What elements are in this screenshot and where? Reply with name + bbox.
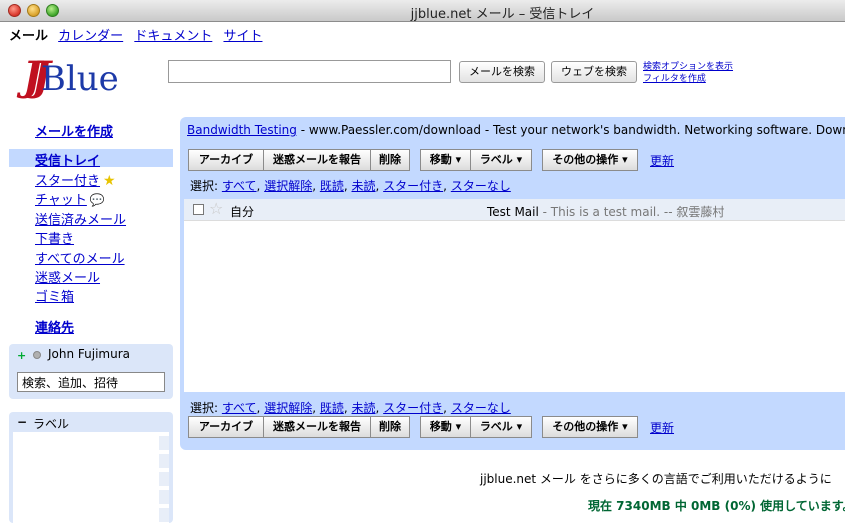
create-filter-link[interactable]: フィルタを作成 [643,73,733,85]
delete-button[interactable]: 削除 [370,149,410,171]
search-links: 検索オプションを表示 フィルタを作成 [643,61,733,85]
logo-blue: Blue [40,59,119,99]
message-checkbox[interactable] [193,204,204,215]
select-all-link[interactable]: すべて [222,179,257,193]
trash-link[interactable]: ゴミ箱 [35,290,74,305]
collapse-icon[interactable]: − [17,415,27,429]
compose-link[interactable]: メールを作成 [35,121,113,140]
select-unstarred-link[interactable]: スターなし [451,401,511,415]
labels-list [13,432,169,523]
chat-search-input[interactable]: 検索、追加、招待 [17,372,165,392]
search-web-button[interactable]: ウェブを検索 [551,61,637,83]
sent-link[interactable]: 送信済みメール [35,213,126,228]
labels-title[interactable]: ラベル [33,415,69,432]
nav-calendar-link[interactable]: カレンダー [58,29,123,44]
message-snippet: - This is a test mail. -- 叙雲藤村 [538,205,725,219]
sidebar-item-chats[interactable]: チャット 💬 [35,189,126,208]
chats-link[interactable]: チャット [35,193,87,208]
more-actions-dropdown[interactable]: その他の操作 ▾ [542,416,638,438]
logo-jj: JJ [23,53,51,100]
language-notice: jjblue.net メール をさらに多くの言語でご利用いただけるように [480,472,832,486]
starred-link[interactable]: スター付き [35,174,100,189]
select-starred-link[interactable]: スター付き [383,179,443,193]
message-list: ☆ 自分 Test Mail - This is a test mail. --… [184,199,845,392]
nav-docs-link[interactable]: ドキュメント [134,29,212,44]
sidebar-item-all-mail[interactable]: すべてのメール [35,248,126,267]
labels-box: − ラベル [9,412,173,523]
move-dropdown[interactable]: 移動 ▾ [420,149,471,171]
window-titlebar: jjblue.net メール – 受信トレイ [0,0,845,22]
select-read-link[interactable]: 既読 [320,179,344,193]
select-row-bottom: 選択: すべて, 選択解除, 既読, 未読, スター付き, スターなし [190,401,511,415]
label-scroll-marker [159,436,169,450]
select-unstarred-link[interactable]: スターなし [451,179,511,193]
message-sender: 自分 [230,205,255,219]
label-scroll-marker [159,454,169,468]
sidebar-item-trash[interactable]: ゴミ箱 [35,286,126,305]
search-input[interactable] [168,60,451,83]
top-toolbar: アーカイブ 迷惑メールを報告 削除 移動 ▾ ラベル ▾ その他の操作 ▾ 更新 [188,149,838,171]
spam-link[interactable]: 迷惑メール [35,271,100,286]
chat-box: + John Fujimura 検索、追加、招待 [9,344,173,399]
storage-usage: 現在 7340MB 中 0MB (0%) 使用しています。 [588,499,845,513]
label-scroll-marker [159,508,169,522]
label-scroll-marker [159,472,169,486]
star-icon[interactable]: ☆ [209,199,223,218]
contacts-link[interactable]: 連絡先 [35,317,74,336]
select-label: 選択: [190,179,222,193]
move-dropdown[interactable]: 移動 ▾ [420,416,471,438]
select-none-link[interactable]: 選択解除 [264,179,312,193]
select-row: 選択: すべて, 選択解除, 既読, 未読, スター付き, スターなし [190,179,511,193]
chat-user-name[interactable]: John Fujimura [48,347,130,361]
archive-button[interactable]: アーカイブ [188,149,264,171]
archive-button[interactable]: アーカイブ [188,416,264,438]
delete-button[interactable]: 削除 [370,416,410,438]
search-options-link[interactable]: 検索オプションを表示 [643,61,733,73]
drafts-link[interactable]: 下書き [35,232,74,247]
refresh-link[interactable]: 更新 [650,419,674,436]
inbox-link[interactable]: 受信トレイ [35,150,100,169]
table-row[interactable]: ☆ 自分 Test Mail - This is a test mail. --… [184,199,845,221]
sidebar-item-sent[interactable]: 送信済みメール [35,209,126,228]
select-read-link[interactable]: 既読 [320,401,344,415]
chat-bubble-icon: 💬 [89,193,105,208]
jjblue-logo[interactable]: JJBlue [23,53,119,100]
ad-link[interactable]: Bandwidth Testing [187,123,297,137]
select-unread-link[interactable]: 未読 [352,179,376,193]
sponsored-ad: Bandwidth Testing - www.Paessler.com/dow… [187,123,845,137]
sidebar-item-spam[interactable]: 迷惑メール [35,267,126,286]
sidebar-item-starred[interactable]: スター付き ★ [35,170,126,189]
label-dropdown[interactable]: ラベル ▾ [470,149,532,171]
select-label: 選択: [190,401,222,415]
sidebar-item-drafts[interactable]: 下書き [35,228,126,247]
star-icon: ★ [103,173,116,189]
expand-icon[interactable]: + [17,349,26,362]
select-none-link[interactable]: 選択解除 [264,401,312,415]
ad-text: - www.Paessler.com/download - Test your … [296,123,845,137]
bottom-toolbar: アーカイブ 迷惑メールを報告 削除 移動 ▾ ラベル ▾ その他の操作 ▾ 更新 [188,416,838,438]
select-unread-link[interactable]: 未読 [352,401,376,415]
top-nav: メール カレンダー ドキュメント サイト [9,25,269,44]
all-mail-link[interactable]: すべてのメール [35,252,125,267]
select-starred-link[interactable]: スター付き [383,401,443,415]
status-icon[interactable] [33,351,41,359]
nav-mail-current: メール [9,29,49,44]
sidebar-item-inbox[interactable]: 受信トレイ [9,149,173,169]
report-spam-button[interactable]: 迷惑メールを報告 [263,149,371,171]
label-dropdown[interactable]: ラベル ▾ [470,416,532,438]
mail-panel: Bandwidth Testing - www.Paessler.com/dow… [180,117,845,450]
message-subject: Test Mail [487,205,539,219]
refresh-link[interactable]: 更新 [650,152,674,169]
window-title: jjblue.net メール – 受信トレイ [410,7,595,22]
nav-sites-link[interactable]: サイト [223,29,262,44]
more-actions-dropdown[interactable]: その他の操作 ▾ [542,149,638,171]
search-mail-button[interactable]: メールを検索 [459,61,545,83]
select-all-link[interactable]: すべて [222,401,257,415]
label-scroll-marker [159,490,169,504]
sidebar-nav: スター付き ★ チャット 💬 送信済みメール 下書き すべてのメール 迷惑メール ゴ… [35,170,126,306]
message-subject-line: Test Mail - This is a test mail. -- 叙雲藤村 [487,203,724,220]
report-spam-button[interactable]: 迷惑メールを報告 [263,416,371,438]
